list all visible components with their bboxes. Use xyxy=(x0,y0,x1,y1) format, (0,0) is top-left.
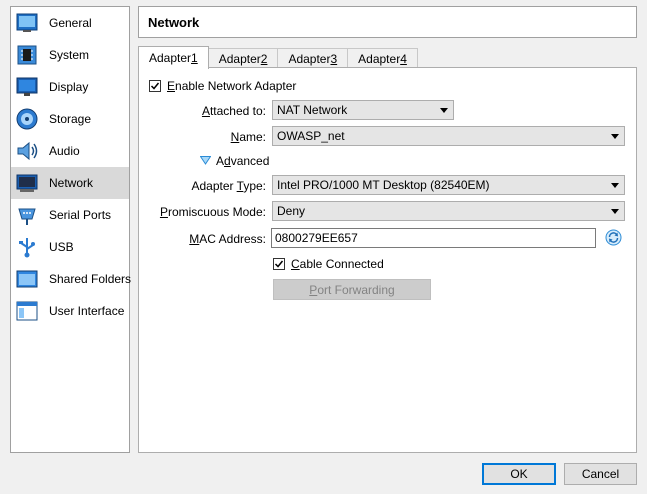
sidebar-item-storage[interactable]: Storage xyxy=(11,103,129,135)
sidebar-item-label: USB xyxy=(49,240,74,254)
sidebar-item-network[interactable]: Network xyxy=(11,167,129,199)
check-icon xyxy=(274,260,284,268)
chevron-down-icon xyxy=(440,108,448,113)
sidebar-item-user-interface[interactable]: User Interface xyxy=(11,295,129,327)
sidebar-item-usb[interactable]: USB xyxy=(11,231,129,263)
sidebar-item-label: Audio xyxy=(49,144,80,158)
tab-label: Adapter xyxy=(149,51,192,65)
sidebar-item-label: Serial Ports xyxy=(49,208,112,222)
network-icon xyxy=(16,174,38,192)
sidebar-item-general[interactable]: General xyxy=(11,7,129,39)
expand-triangle-icon[interactable] xyxy=(200,156,211,165)
folder-icon xyxy=(16,270,38,288)
name-select[interactable]: OWASP_net xyxy=(272,126,625,146)
tab-adapter-4[interactable]: Adapter 4 xyxy=(347,48,418,69)
sidebar-item-label: User Interface xyxy=(49,304,125,318)
adapter-type-label: Adapter Type: xyxy=(191,179,266,193)
chip-icon xyxy=(17,45,37,65)
tab-label: Adapter xyxy=(218,52,261,66)
promiscuous-mode-select[interactable]: Deny xyxy=(272,201,625,221)
refresh-mac-icon[interactable] xyxy=(605,229,622,246)
mac-address-label: MAC Address: xyxy=(189,232,266,246)
tab-accelerator: 3 xyxy=(330,52,338,66)
advanced-toggle[interactable]: Advanced xyxy=(216,154,269,168)
attached-to-value: NAT Network xyxy=(277,103,348,117)
tab-label: Adapter xyxy=(288,52,331,66)
tab-adapter-1[interactable]: Adapter 1 xyxy=(138,46,209,69)
attached-to-label: Attached to: xyxy=(201,104,266,118)
window-icon xyxy=(16,301,38,321)
port-forwarding-button[interactable]: Port Forwarding xyxy=(273,279,431,300)
tab-accelerator: 4 xyxy=(400,52,407,66)
sidebar-item-audio[interactable]: Audio xyxy=(11,135,129,167)
speaker-icon xyxy=(17,141,38,161)
adapter-type-value: Intel PRO/1000 MT Desktop (82540EM) xyxy=(277,178,490,192)
sidebar-item-serial-ports[interactable]: Serial Ports xyxy=(11,199,129,231)
page-title: Network xyxy=(148,14,200,30)
enable-adapter-checkbox[interactable] xyxy=(149,80,161,92)
tab-accelerator: 1 xyxy=(191,51,198,65)
sidebar-item-label: System xyxy=(49,48,90,62)
adapter-panel xyxy=(138,67,637,453)
sidebar-item-shared-folders[interactable]: Shared Folders xyxy=(11,263,132,295)
tab-adapter-2[interactable]: Adapter 2 xyxy=(207,48,279,69)
tab-adapter-3[interactable]: Adapter 3 xyxy=(277,48,349,69)
cable-connected-checkbox[interactable] xyxy=(273,258,285,270)
adapter-type-select[interactable]: Intel PRO/1000 MT Desktop (82540EM) xyxy=(272,175,625,195)
mac-address-value: 0800279EE657 xyxy=(275,231,358,245)
monitor-icon xyxy=(16,77,38,96)
name-value: OWASP_net xyxy=(277,129,345,143)
serial-port-icon xyxy=(18,208,36,225)
name-label: Name: xyxy=(230,130,266,144)
sidebar-item-label: General xyxy=(49,16,92,30)
chevron-down-icon xyxy=(611,209,619,214)
chevron-down-icon xyxy=(611,134,619,139)
ok-button[interactable]: OK xyxy=(482,463,556,485)
usb-icon xyxy=(19,238,35,258)
page-header: Network xyxy=(138,6,637,38)
mac-address-input[interactable]: 0800279EE657 xyxy=(271,228,596,248)
tab-label: Adapter xyxy=(358,52,401,66)
sidebar-item-label: Display xyxy=(49,80,89,94)
general-icon xyxy=(16,13,38,32)
cancel-button[interactable]: Cancel xyxy=(564,463,637,485)
tab-accelerator: 2 xyxy=(260,52,268,66)
sidebar-item-label: Storage xyxy=(49,112,92,126)
sidebar-item-system[interactable]: System xyxy=(11,39,129,71)
settings-sidebar: General System Display Storage Audio Net… xyxy=(10,6,132,453)
adapter-tabs: Adapter 1 Adapter 2 Adapter 3 Adapter 4 xyxy=(138,46,418,69)
promiscuous-mode-label: Promiscuous Mode: xyxy=(159,205,266,219)
enable-adapter-label[interactable]: Enable Network Adapter xyxy=(167,79,296,93)
sidebar-item-display[interactable]: Display xyxy=(11,71,129,103)
check-icon xyxy=(150,82,160,90)
promiscuous-mode-value: Deny xyxy=(277,204,306,218)
sidebar-item-label: Network xyxy=(49,176,94,190)
cable-connected-label[interactable]: Cable Connected xyxy=(291,257,384,271)
disk-icon xyxy=(16,108,38,130)
sidebar-item-label: Shared Folders xyxy=(49,272,132,286)
chevron-down-icon xyxy=(611,183,619,188)
attached-to-select[interactable]: NAT Network xyxy=(272,100,454,120)
